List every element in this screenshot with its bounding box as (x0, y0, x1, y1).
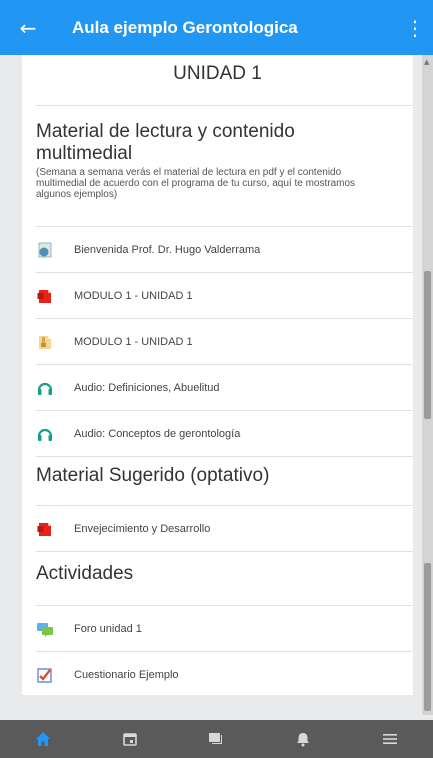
calendar-icon (123, 733, 137, 746)
page-title: Aula ejemplo Gerontologica (72, 17, 298, 37)
course-content-card: UNIDAD 1 Material de lectura y contenido… (22, 55, 413, 695)
divider (36, 272, 413, 273)
item-label: Cuestionario Ejemplo (74, 669, 179, 681)
bottom-navigation (0, 720, 433, 758)
chevron-up-icon[interactable]: ▲ (424, 58, 429, 66)
scrollbar-thumb[interactable] (424, 563, 431, 711)
web-page-icon (36, 241, 54, 259)
nav-home-button[interactable] (23, 720, 63, 758)
home-icon (36, 732, 51, 746)
divider (36, 410, 413, 411)
app-bar: ← Aula ejemplo Gerontologica ⋮ (0, 0, 433, 55)
item-label: Audio: Definiciones, Abuelitud (74, 382, 220, 394)
nav-notifications-button[interactable] (283, 720, 323, 758)
nav-calendar-button[interactable] (110, 720, 150, 758)
list-item[interactable]: MODULO 1 - UNIDAD 1 (36, 274, 413, 318)
list-item[interactable]: Bienvenida Prof. Dr. Hugo Valderrama (36, 228, 413, 272)
forum-icon (36, 620, 54, 638)
item-label: MODULO 1 - UNIDAD 1 (74, 336, 193, 348)
divider (36, 364, 413, 365)
list-item[interactable]: Envejecimiento y Desarrollo (36, 507, 413, 551)
arrow-left-icon: ← (19, 15, 37, 40)
messages-icon (209, 733, 223, 744)
section-heading-sugerido: Material Sugerido (optativo) (36, 465, 270, 486)
item-label: Foro unidad 1 (74, 623, 142, 635)
nav-menu-button[interactable] (370, 720, 410, 758)
divider (36, 651, 413, 652)
list-item[interactable]: Audio: Definiciones, Abuelitud (36, 366, 413, 410)
audio-icon (36, 425, 54, 443)
list-item[interactable]: Cuestionario Ejemplo (36, 653, 413, 697)
section-description-lectura: (Semana a semana verás el material de le… (36, 167, 356, 200)
menu-icon (382, 734, 397, 744)
vertical-scrollbar[interactable]: ▲ (422, 55, 433, 715)
divider (36, 456, 413, 457)
list-item[interactable]: MODULO 1 - UNIDAD 1 (36, 320, 413, 364)
divider (36, 105, 413, 106)
nav-messages-button[interactable] (196, 720, 236, 758)
archive-file-icon (36, 333, 54, 351)
more-vertical-icon: ⋮ (405, 15, 425, 40)
scrollbar-thumb[interactable] (424, 271, 431, 419)
section-heading-lectura: Material de lectura y contenido multimed… (36, 121, 295, 164)
divider (36, 226, 413, 227)
list-item[interactable]: Foro unidad 1 (36, 607, 413, 651)
quiz-icon (36, 666, 54, 684)
divider (36, 505, 413, 506)
unit-title: UNIDAD 1 (173, 63, 262, 84)
item-label: Audio: Conceptos de gerontología (74, 428, 241, 440)
more-options-button[interactable]: ⋮ (397, 0, 433, 55)
pdf-file-icon (36, 287, 54, 305)
audio-icon (36, 379, 54, 397)
item-label: MODULO 1 - UNIDAD 1 (74, 290, 193, 302)
item-label: Envejecimiento y Desarrollo (74, 523, 211, 535)
back-button[interactable]: ← (0, 0, 56, 55)
notifications-icon (297, 733, 310, 747)
divider (36, 551, 413, 552)
section-heading-actividades: Actividades (36, 563, 134, 584)
item-label: Bienvenida Prof. Dr. Hugo Valderrama (74, 244, 261, 256)
pdf-file-icon (36, 520, 54, 538)
list-item[interactable]: Audio: Conceptos de gerontología (36, 412, 413, 456)
divider (36, 605, 413, 606)
divider (36, 318, 413, 319)
